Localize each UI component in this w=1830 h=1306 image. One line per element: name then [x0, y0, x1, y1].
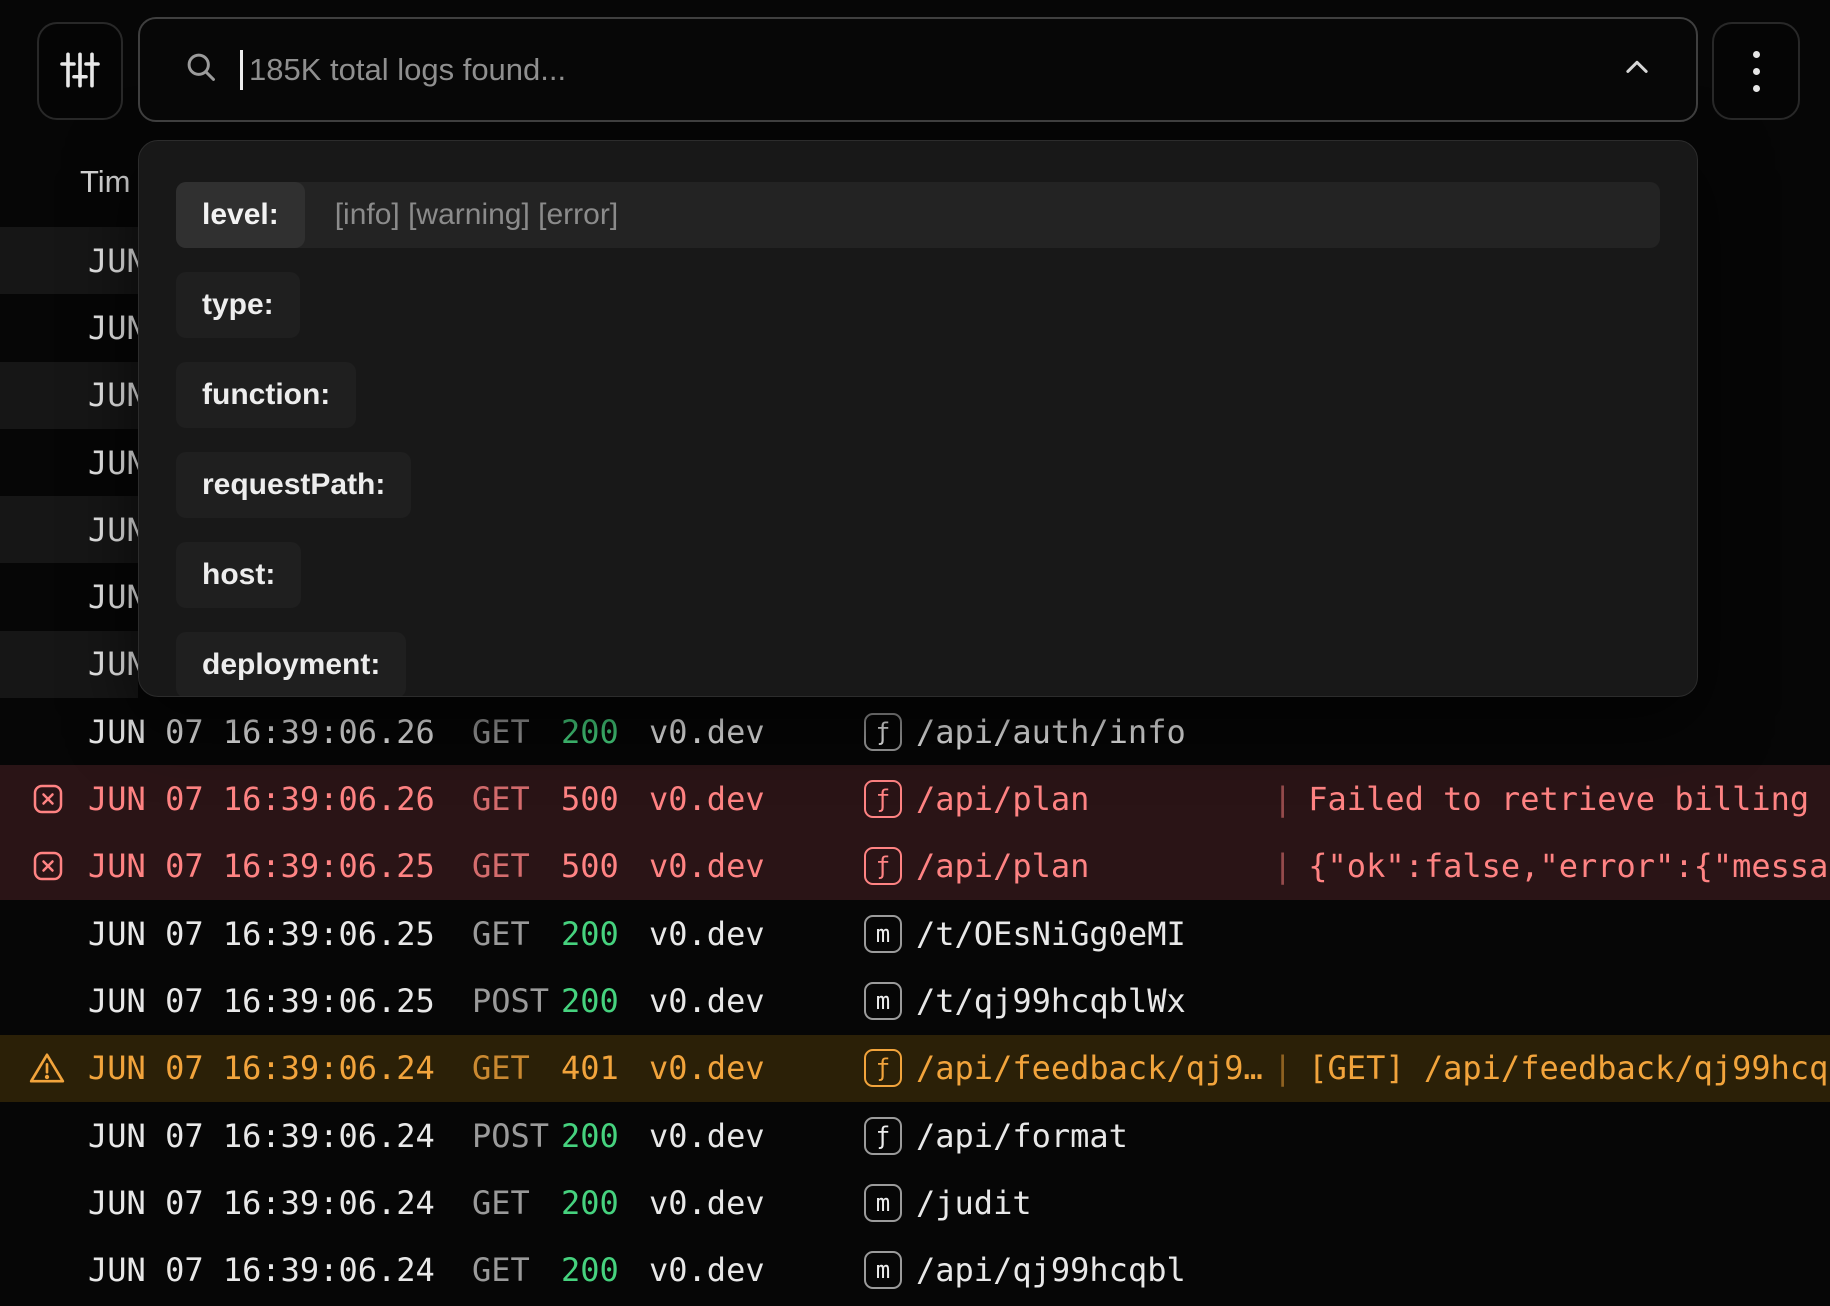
- log-host: v0.dev: [649, 713, 864, 751]
- log-path: /api/plan: [916, 780, 1273, 818]
- log-host: v0.dev: [649, 982, 864, 1020]
- log-timestamp: JUN 07 16:39:06.26: [88, 713, 472, 751]
- middleware-icon: m: [864, 1184, 902, 1222]
- log-method: GET: [472, 1184, 561, 1222]
- chevron-up-icon: [1621, 52, 1653, 87]
- log-timestamp: JUN 07 16:39:06.24: [88, 1049, 472, 1087]
- log-path: /api/qj99hcqbl: [916, 1251, 1273, 1289]
- log-host: v0.dev: [649, 1184, 864, 1222]
- log-method: GET: [472, 1251, 561, 1289]
- suggestion-level[interactable]: level: [info] [warning] [error]: [176, 182, 1660, 248]
- middleware-icon: m: [864, 915, 902, 953]
- suggestion-host[interactable]: host:: [176, 542, 301, 608]
- middleware-icon: m: [864, 1251, 902, 1289]
- filter-suggestions-dropdown: level: [info] [warning] [error] type: fu…: [138, 140, 1698, 697]
- function-icon: ƒ: [864, 847, 902, 885]
- suggestion-type[interactable]: type:: [176, 272, 300, 338]
- function-icon: ƒ: [864, 780, 902, 818]
- log-status: 200: [561, 1251, 649, 1289]
- log-message: Failed to retrieve billing: [1308, 780, 1830, 818]
- suggestion-level-hint: [info] [warning] [error]: [335, 198, 618, 232]
- log-path: /t/qj99hcqblWx: [916, 982, 1273, 1020]
- logs-screen: Tim JUNJUNJUNJUNJUNJUNJUN JUN 07 16:39:0…: [0, 0, 1830, 1306]
- log-status: 401: [561, 1049, 649, 1087]
- log-row[interactable]: JUN 07 16:39:06.25 GET 500 v0.dev ƒ /api…: [0, 833, 1830, 900]
- function-icon: ƒ: [864, 1049, 902, 1087]
- log-row[interactable]: JUN 07 16:39:06.25 GET 200 v0.dev m /t/O…: [0, 900, 1830, 967]
- suggestions-list: level: [info] [warning] [error] type: fu…: [139, 141, 1697, 697]
- error-icon: [30, 781, 66, 817]
- collapse-suggestions-button[interactable]: [1602, 35, 1672, 105]
- log-method: POST: [472, 1117, 561, 1155]
- log-host: v0.dev: [649, 915, 864, 953]
- log-status: 200: [561, 1184, 649, 1222]
- log-row[interactable]: JUN 07 16:39:06.24 POST 200 v0.dev ƒ /ap…: [0, 1102, 1830, 1169]
- log-status: 500: [561, 780, 649, 818]
- log-timestamp: JUN 07 16:39:06.25: [88, 982, 472, 1020]
- log-status: 200: [561, 915, 649, 953]
- log-method: GET: [472, 915, 561, 953]
- log-message: {"ok":false,"error":{"messa: [1308, 847, 1830, 885]
- log-row[interactable]: JUN 07 16:39:06.25 POST 200 v0.dev m /t/…: [0, 967, 1830, 1034]
- log-host: v0.dev: [649, 847, 864, 885]
- log-status: 200: [561, 713, 649, 751]
- function-icon: ƒ: [864, 713, 902, 751]
- more-options-button[interactable]: [1712, 22, 1800, 120]
- filters-button[interactable]: [37, 22, 123, 120]
- log-row[interactable]: JUN 07 16:39:06.24 GET 200 v0.dev m /api…: [0, 1236, 1830, 1303]
- log-row[interactable]: JUN 07 16:39:06.26 GET 500 v0.dev ƒ /api…: [0, 765, 1830, 832]
- log-method: GET: [472, 713, 561, 751]
- log-status: 200: [561, 982, 649, 1020]
- search-icon: [184, 50, 218, 89]
- log-timestamp: JUN 07 16:39:06.25: [88, 915, 472, 953]
- row-level-icon-slot: [0, 781, 88, 817]
- log-path: /t/OEsNiGg0eMI: [916, 915, 1273, 953]
- log-path: /api/auth/info: [916, 713, 1273, 751]
- log-method: GET: [472, 847, 561, 885]
- suggestion-function[interactable]: function:: [176, 362, 356, 428]
- text-cursor: [240, 50, 243, 90]
- filter-sliders-icon: [59, 49, 101, 94]
- search-input[interactable]: [249, 52, 1602, 88]
- log-timestamp: JUN 07 16:39:06.24: [88, 1117, 472, 1155]
- search-bar: [138, 17, 1698, 122]
- log-path: /api/plan: [916, 847, 1273, 885]
- suggestion-level-label: level:: [176, 182, 305, 248]
- log-row[interactable]: JUN 07 16:39:06.24 GET 401 v0.dev ƒ /api…: [0, 1035, 1830, 1102]
- log-timestamp: JUN 07 16:39:06.24: [88, 1251, 472, 1289]
- suggestion-deployment[interactable]: deployment:: [176, 632, 406, 697]
- message-separator: |: [1273, 847, 1292, 885]
- log-path: /api/feedback/qj9…: [916, 1049, 1273, 1087]
- log-method: GET: [472, 780, 561, 818]
- middleware-icon: m: [864, 982, 902, 1020]
- log-row[interactable]: JUN 07 16:39:06.26 GET 200 v0.dev ƒ /api…: [0, 698, 1830, 765]
- message-separator: |: [1273, 780, 1292, 818]
- log-host: v0.dev: [649, 1049, 864, 1087]
- log-status: 500: [561, 847, 649, 885]
- log-host: v0.dev: [649, 1117, 864, 1155]
- kebab-menu-icon: [1753, 51, 1760, 92]
- error-icon: [30, 848, 66, 884]
- suggestion-request-path[interactable]: requestPath:: [176, 452, 411, 518]
- log-status: 200: [561, 1117, 649, 1155]
- warning-icon: [28, 1049, 66, 1087]
- log-host: v0.dev: [649, 1251, 864, 1289]
- log-host: v0.dev: [649, 780, 864, 818]
- log-method: GET: [472, 1049, 561, 1087]
- function-icon: ƒ: [864, 1117, 902, 1155]
- log-path: /api/format: [916, 1117, 1273, 1155]
- row-level-icon-slot: [0, 1049, 88, 1087]
- log-path: /judit: [916, 1184, 1273, 1222]
- log-timestamp: JUN 07 16:39:06.24: [88, 1184, 472, 1222]
- column-header-timestamp: Tim: [80, 164, 131, 200]
- row-level-icon-slot: [0, 848, 88, 884]
- log-timestamp: JUN 07 16:39:06.26: [88, 780, 472, 818]
- log-message: [GET] /api/feedback/qj99hcq: [1308, 1049, 1830, 1087]
- log-timestamp: JUN 07 16:39:06.25: [88, 847, 472, 885]
- log-method: POST: [472, 982, 561, 1020]
- message-separator: |: [1273, 1049, 1292, 1087]
- log-row[interactable]: JUN 07 16:39:06.24 GET 200 v0.dev m /jud…: [0, 1169, 1830, 1236]
